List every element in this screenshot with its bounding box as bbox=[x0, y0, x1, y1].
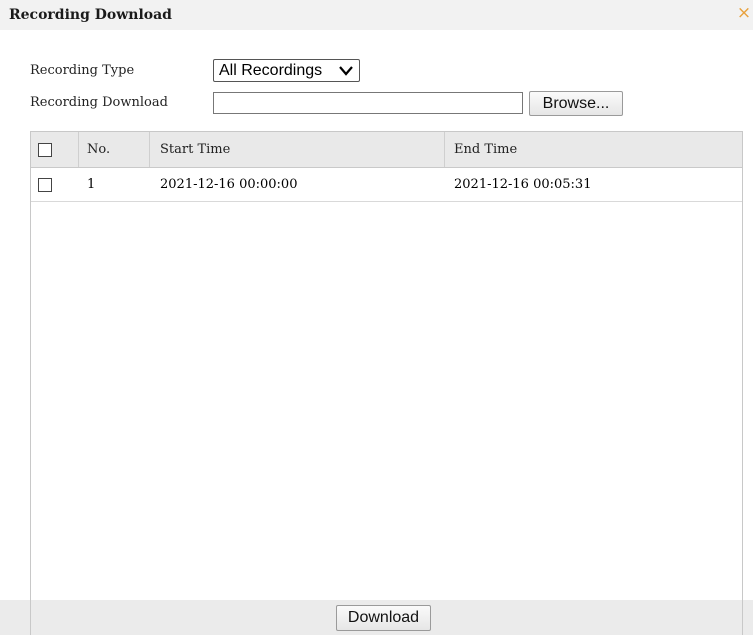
table-header: No. Start Time End Time bbox=[31, 132, 742, 168]
row-start-time: 2021-12-16 00:00:00 bbox=[160, 177, 298, 192]
table-frame-edge bbox=[30, 600, 31, 635]
row-number: 1 bbox=[87, 177, 96, 192]
table-frame-edge bbox=[742, 600, 743, 635]
close-icon[interactable]: × bbox=[736, 3, 752, 23]
column-header-end-time: End Time bbox=[454, 142, 518, 157]
recording-type-value: All Recordings bbox=[219, 62, 323, 79]
recording-download-label: Recording Download bbox=[30, 95, 168, 110]
column-header-no: No. bbox=[87, 142, 111, 157]
dialog-titlebar: Recording Download × bbox=[0, 0, 753, 30]
column-divider bbox=[149, 132, 150, 167]
column-divider bbox=[444, 132, 445, 167]
table-row[interactable]: 1 2021-12-16 00:00:00 2021-12-16 00:05:3… bbox=[31, 168, 742, 202]
download-button[interactable]: Download bbox=[336, 605, 431, 631]
row-end-time: 2021-12-16 00:05:31 bbox=[454, 177, 592, 192]
recordings-table: No. Start Time End Time 1 2021-12-16 00:… bbox=[30, 131, 743, 635]
browse-button[interactable]: Browse... bbox=[529, 91, 623, 116]
chevron-down-icon bbox=[339, 66, 353, 76]
row-checkbox[interactable] bbox=[38, 178, 52, 192]
dialog-title: Recording Download bbox=[9, 7, 172, 23]
column-header-start-time: Start Time bbox=[160, 142, 231, 157]
recording-download-dialog: Recording Download × Recording Type All … bbox=[0, 0, 753, 635]
column-divider bbox=[78, 132, 79, 167]
select-all-checkbox[interactable] bbox=[38, 143, 52, 157]
recording-type-label: Recording Type bbox=[30, 63, 135, 78]
download-path-input[interactable] bbox=[213, 92, 523, 114]
recording-type-select[interactable]: All Recordings bbox=[213, 59, 360, 82]
